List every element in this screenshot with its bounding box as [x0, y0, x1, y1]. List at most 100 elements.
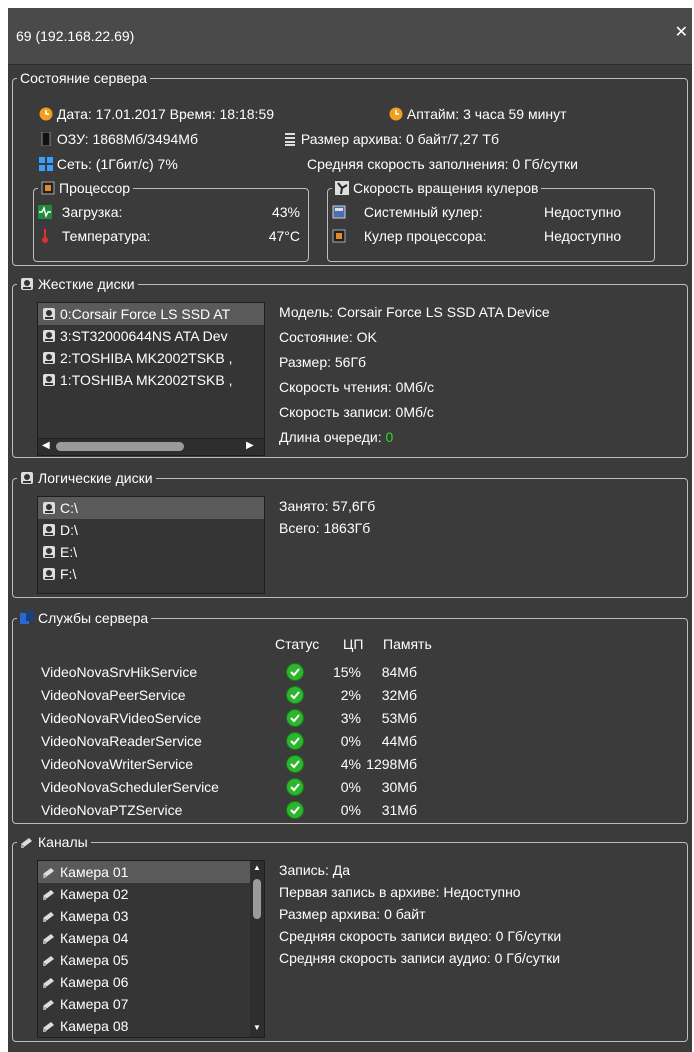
- hard-disks-legend: Жесткие диски: [38, 276, 135, 292]
- uptime-row: Аптайм: 3 часа 59 минут: [389, 106, 567, 122]
- network-text: Сеть: (1Гбит/с) 7%: [56, 156, 178, 172]
- channel-list[interactable]: Камера 01 Камера 02 Камера 03 Камера 04 …: [37, 860, 265, 1038]
- check-ok-icon: [286, 685, 304, 704]
- clock-icon: [39, 107, 53, 121]
- check-ok-icon: [286, 777, 304, 796]
- fan-icon: [335, 181, 349, 195]
- services-icon: [20, 611, 34, 624]
- uptime-text: Аптайм: 3 часа 59 минут: [406, 106, 567, 122]
- title-bar: 69 (192.168.22.69) ✕: [8, 8, 692, 65]
- list-item[interactable]: 1:TOSHIBA MK2002TSKB ,: [38, 369, 264, 391]
- disk-icon: [21, 472, 33, 484]
- fans-legend: Скорость вращения кулеров: [353, 180, 539, 196]
- channel-video-speed: Средняя скорость записи видео: 0 Гб/сутк…: [279, 928, 562, 944]
- cpu-temp-row: Температура:: [38, 228, 151, 244]
- disk-size: Размер: 56Гб: [279, 354, 367, 370]
- list-item[interactable]: E:\: [38, 541, 264, 563]
- cpu-load-row: Загрузка:: [38, 204, 122, 220]
- system-unit-icon: [332, 205, 346, 219]
- scrollbar-thumb[interactable]: [253, 879, 261, 919]
- disk-write-speed: Скорость записи: 0Мб/с: [279, 404, 434, 420]
- table-row: VideoNovaRVideoService 3% 53Мб: [41, 708, 417, 727]
- network-icon: [39, 157, 53, 171]
- date-row: Дата: 17.01.2017 Время: 18:18:59: [39, 106, 274, 122]
- scroll-up-icon[interactable]: ▲: [253, 863, 261, 872]
- archive-size-text: Размер архива: 0 байт/7,27 Тб: [300, 131, 499, 147]
- disk-icon: [43, 352, 55, 364]
- fill-speed-text: Средняя скорость заполнения: 0 Гб/сутки: [307, 156, 578, 172]
- vertical-scrollbar[interactable]: ▲ ▼: [250, 861, 264, 1037]
- list-item[interactable]: Камера 07: [38, 993, 264, 1015]
- services-header-cpu: ЦП: [343, 636, 364, 652]
- logical-total: Всего: 1863Гб: [279, 520, 371, 536]
- list-item[interactable]: Камера 04: [38, 927, 264, 949]
- list-item[interactable]: 2:TOSHIBA MK2002TSKB ,: [38, 347, 264, 369]
- channels-legend: Каналы: [38, 834, 88, 850]
- cpu-fan-label: Кулер процессора:: [363, 228, 487, 244]
- table-row: VideoNovaPeerService 2% 32Мб: [41, 685, 417, 704]
- check-ok-icon: [286, 754, 304, 773]
- cpu-group: Процессор Загрузка: 43% Температура: 47°…: [33, 180, 309, 262]
- scroll-down-icon[interactable]: ▼: [253, 1023, 261, 1032]
- channel-archive-size: Размер архива: 0 байт: [279, 906, 426, 922]
- list-item[interactable]: Камера 06: [38, 971, 264, 993]
- cpu-legend: Процессор: [59, 180, 131, 196]
- cpu-load-value: 43%: [271, 204, 300, 220]
- clock-icon: [389, 107, 403, 121]
- close-icon[interactable]: ✕: [675, 22, 688, 42]
- check-ok-icon: [286, 731, 304, 750]
- server-state-group: Состояние сервера Дата: 17.01.2017 Время…: [12, 70, 688, 266]
- processor-icon: [332, 229, 346, 243]
- list-item[interactable]: F:\: [38, 563, 264, 585]
- check-ok-icon: [286, 662, 304, 681]
- disk-model: Модель: Corsair Force LS SSD ATA Device: [279, 304, 550, 320]
- channel-first-record: Первая запись в архиве: Недоступно: [279, 884, 521, 900]
- list-item[interactable]: Камера 02: [38, 883, 264, 905]
- cpu-fan-row: Кулер процессора:: [332, 228, 487, 244]
- window-title: 69 (192.168.22.69): [16, 28, 135, 44]
- list-item[interactable]: 0:Corsair Force LS SSD AT: [38, 303, 264, 325]
- activity-icon: [38, 205, 52, 219]
- disk-icon: [43, 568, 55, 580]
- cpu-fan-value: Недоступно: [544, 228, 622, 244]
- services-table: VideoNovaSrvHikService 15% 84Мб VideoNovaP…: [41, 660, 417, 821]
- camera-icon: [43, 934, 54, 944]
- table-row: VideoNovaPTZService 0% 31Мб: [41, 800, 417, 819]
- list-item[interactable]: Камера 03: [38, 905, 264, 927]
- camera-icon: [43, 978, 54, 988]
- list-item[interactable]: D:\: [38, 519, 264, 541]
- hard-disks-group: Жесткие диски 0:Corsair Force LS SSD AT …: [12, 276, 688, 458]
- list-item[interactable]: Камера 01: [38, 861, 264, 883]
- camera-icon: [43, 1022, 54, 1032]
- list-item[interactable]: C:\: [38, 497, 264, 519]
- services-header-status: Статус: [275, 636, 320, 652]
- list-item[interactable]: Камера 05: [38, 949, 264, 971]
- logical-disks-legend: Логические диски: [38, 470, 153, 486]
- archive-list-icon: [285, 133, 295, 146]
- disk-icon: [43, 308, 55, 320]
- scroll-right-icon[interactable]: ▶: [246, 440, 254, 451]
- list-item[interactable]: Камера 08: [38, 1015, 264, 1037]
- cpu-temp-label: Температура:: [61, 228, 151, 244]
- services-group: Службы сервера Статус ЦП Память VideoNov…: [12, 610, 688, 824]
- camera-icon: [21, 838, 32, 848]
- disk-icon: [43, 374, 55, 386]
- thermometer-icon: [42, 229, 48, 243]
- list-item[interactable]: 3:ST32000644NS ATA Dev: [38, 325, 264, 347]
- disk-icon: [43, 546, 55, 558]
- ram-chip-icon: [41, 132, 51, 146]
- channel-recording: Запись: Да: [279, 862, 350, 878]
- disk-icon: [43, 524, 55, 536]
- table-row: VideoNovaWriterService 4% 1298Мб: [41, 754, 417, 773]
- logical-disk-list[interactable]: C:\ D:\ E:\ F:\: [37, 496, 265, 594]
- date-time-text: Дата: 17.01.2017 Время: 18:18:59: [56, 106, 275, 122]
- services-header-memory: Память: [383, 636, 432, 652]
- camera-icon: [43, 956, 54, 966]
- table-row: VideoNovaSrvHikService 15% 84Мб: [41, 662, 417, 681]
- hard-disk-list[interactable]: 0:Corsair Force LS SSD AT 3:ST32000644NS…: [37, 302, 265, 456]
- horizontal-scrollbar[interactable]: ◀ ▶: [38, 438, 264, 455]
- scroll-left-icon[interactable]: ◀: [42, 440, 50, 451]
- scrollbar-thumb[interactable]: [56, 442, 184, 451]
- ram-text: ОЗУ: 1868Мб/3494Мб: [56, 131, 198, 147]
- logical-disks-group: Логические диски C:\ D:\ E:\ F:\ Занято:…: [12, 470, 688, 598]
